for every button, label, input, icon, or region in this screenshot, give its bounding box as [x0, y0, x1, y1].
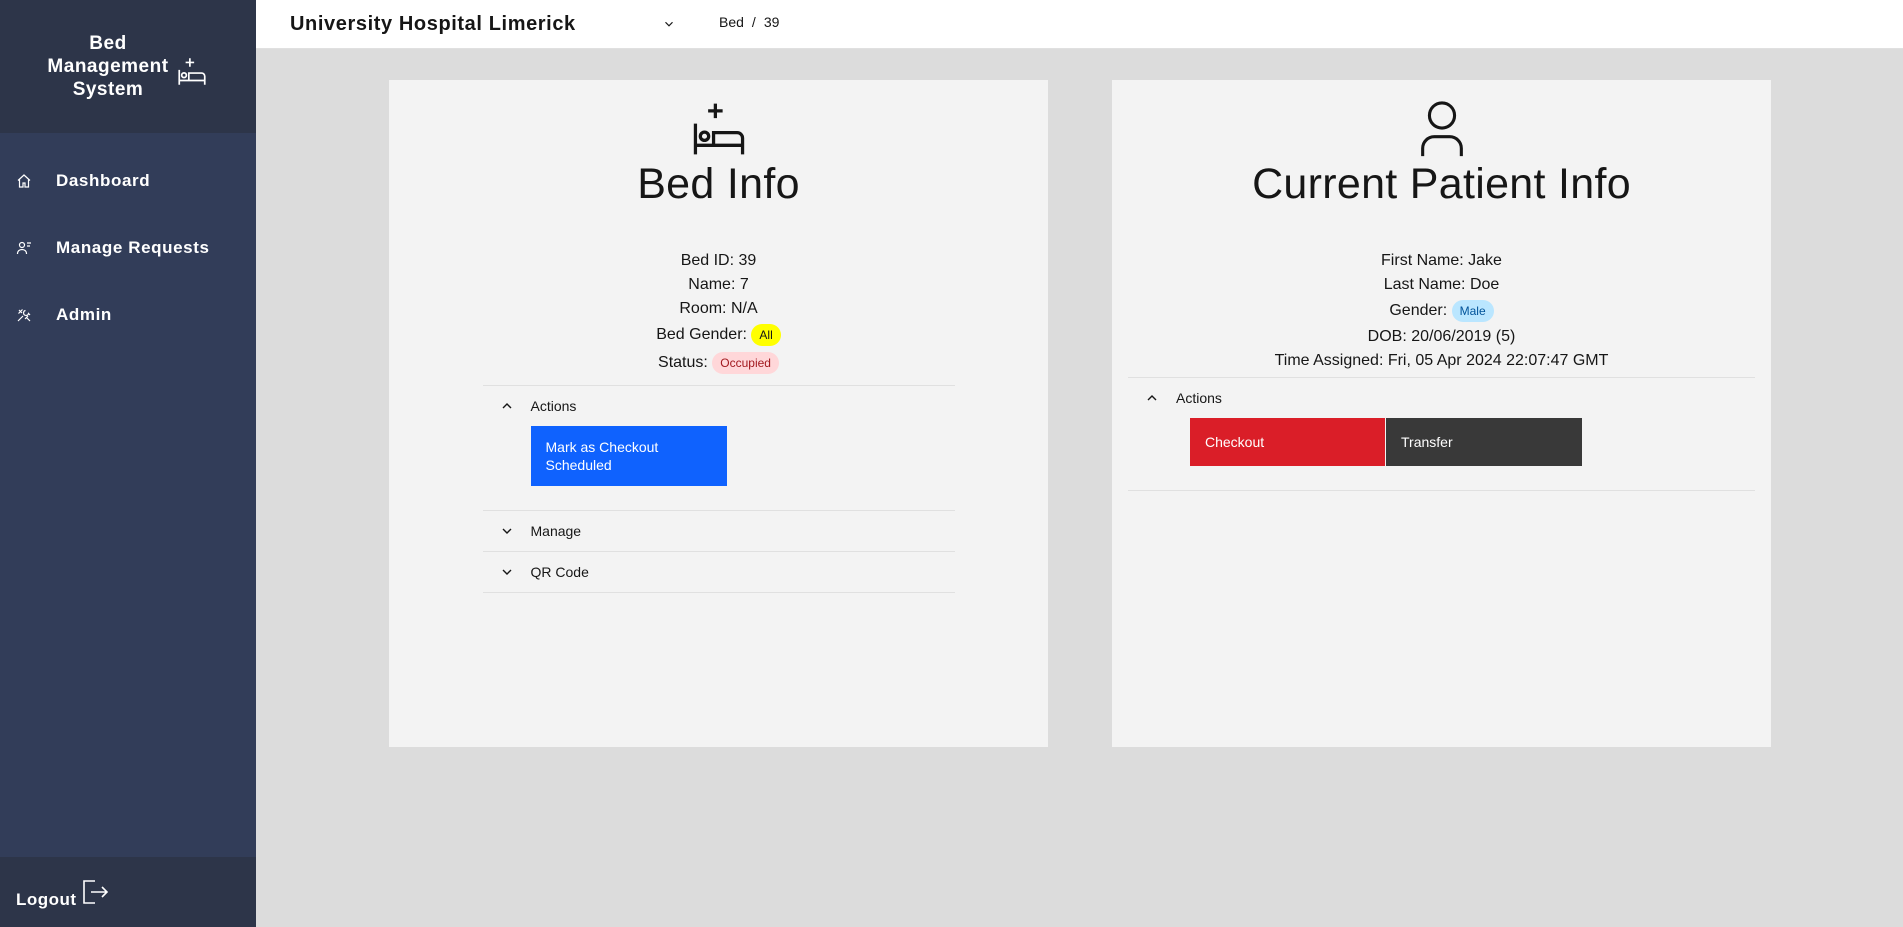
bed-info-title: Bed Info	[637, 160, 800, 208]
accordion-item-manage: Manage	[482, 511, 955, 552]
patient-gender-tag: Male	[1451, 299, 1494, 322]
home-icon	[14, 171, 34, 191]
sidebar-nav: Dashboard Manage Requests Admin	[0, 133, 256, 348]
bed-gender-label: Bed Gender:	[656, 326, 747, 343]
bed-info-card: Bed Info Bed ID: 39 Name: 7 Room: N/A Be…	[389, 80, 1048, 747]
patient-gender-row: Gender: Male	[1112, 299, 1771, 325]
hospital-dropdown[interactable]: University Hospital Limerick	[290, 13, 676, 36]
accordion-item-actions: Actions Mark as Checkout Scheduled	[482, 386, 955, 511]
card-icon-wrap	[389, 80, 1048, 158]
patient-time-assigned: Time Assigned: Fri, 05 Apr 2024 22:07:47…	[1274, 352, 1609, 369]
sidebar-item-label: Admin	[56, 304, 112, 324]
patient-accordion: Actions Checkout Transfer	[1128, 377, 1755, 491]
tools-icon	[14, 305, 34, 325]
accordion-header-actions[interactable]: Actions	[483, 386, 955, 426]
accordion-header-qr-code[interactable]: QR Code	[483, 552, 955, 592]
brand-line-1: Bed	[89, 33, 127, 54]
sidebar-item-admin[interactable]: Admin	[0, 281, 256, 348]
accordion-item-qr-code: QR Code	[482, 552, 955, 593]
breadcrumb-current: 39	[763, 14, 780, 30]
accordion-item-actions: Actions Checkout Transfer	[1128, 378, 1755, 491]
patient-info-details: First Name: Jake Last Name: Doe Gender: …	[1112, 249, 1771, 373]
breadcrumb: Bed / 39	[719, 14, 779, 30]
header: University Hospital Limerick Bed / 39	[256, 0, 1903, 49]
accordion-body-actions: Mark as Checkout Scheduled	[483, 426, 955, 510]
status-badge: Occupied	[712, 351, 779, 374]
bed-gender-row: Bed Gender: All	[389, 323, 1048, 349]
bed-room: Room: N/A	[679, 300, 758, 317]
checkout-button[interactable]: Checkout	[1190, 418, 1385, 466]
patient-info-card: Current Patient Info First Name: Jake La…	[1112, 80, 1771, 747]
sidebar-item-label: Manage Requests	[56, 237, 210, 257]
accordion-label: QR Code	[530, 564, 589, 580]
bed-id: Bed ID: 39	[680, 252, 757, 269]
hospital-name: University Hospital Limerick	[290, 12, 576, 35]
brand-title: Bed Management System	[47, 32, 168, 101]
bed-accordion: Actions Mark as Checkout Scheduled Manag…	[482, 385, 955, 593]
bed-name: Name: 7	[688, 276, 749, 293]
patient-last-name: Last Name: Doe	[1383, 276, 1500, 293]
chevron-up-icon	[1147, 395, 1157, 401]
transfer-button[interactable]: Transfer	[1386, 418, 1582, 466]
chevron-up-icon	[502, 403, 511, 409]
sidebar-item-dashboard[interactable]: Dashboard	[0, 147, 256, 214]
mark-checkout-scheduled-button[interactable]: Mark as Checkout Scheduled	[530, 426, 727, 486]
logout-label: Logout	[16, 890, 77, 909]
card-icon-wrap	[1112, 80, 1771, 158]
patient-dob: DOB: 20/06/2019 (5)	[1367, 328, 1516, 345]
bed-gender-tag: All	[751, 323, 781, 346]
sidebar: Bed Management System Dashboard Manage R…	[0, 0, 256, 927]
chevron-down-icon	[502, 528, 511, 534]
bed-status-label: Status:	[658, 354, 708, 371]
patient-action-buttons: Checkout Transfer	[1190, 418, 1755, 466]
patient-first-name: First Name: Jake	[1381, 252, 1502, 269]
bed-add-icon	[693, 103, 744, 155]
accordion-label: Actions	[1176, 390, 1222, 406]
bed-add-icon	[177, 57, 206, 85]
sidebar-item-manage-requests[interactable]: Manage Requests	[0, 214, 256, 281]
brand-line-2: Management	[47, 56, 169, 77]
user-icon	[1420, 101, 1463, 157]
user-requests-icon	[14, 238, 34, 258]
brand-line-3: System	[72, 79, 144, 100]
chevron-down-icon	[665, 21, 673, 27]
logout-icon	[82, 880, 108, 904]
patient-gender-label: Gender:	[1389, 302, 1448, 319]
accordion-label: Manage	[530, 523, 582, 539]
accordion-header-manage[interactable]: Manage	[483, 511, 955, 551]
bed-info-details: Bed ID: 39 Name: 7 Room: N/A Bed Gender:…	[389, 249, 1048, 377]
chevron-down-icon	[502, 569, 511, 575]
accordion-body-actions: Checkout Transfer	[1128, 418, 1755, 490]
bed-status-row: Status: Occupied	[389, 351, 1048, 377]
accordion-label: Actions	[530, 398, 577, 414]
breadcrumb-separator: /	[751, 14, 756, 30]
patient-info-title: Current Patient Info	[1252, 160, 1631, 208]
sidebar-item-label: Dashboard	[56, 170, 151, 190]
breadcrumb-bed-link[interactable]: Bed	[719, 14, 744, 30]
accordion-header-actions[interactable]: Actions	[1128, 378, 1755, 418]
logout-button[interactable]: Logout	[0, 857, 256, 927]
brand[interactable]: Bed Management System	[0, 0, 256, 133]
